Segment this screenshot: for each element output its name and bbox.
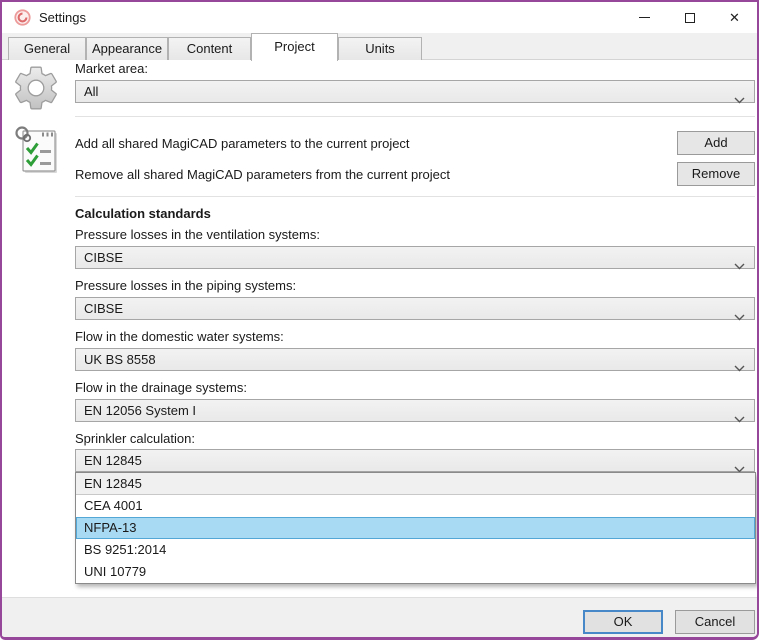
chevron-down-icon (734, 306, 745, 327)
drainage-flow-label: Flow in the drainage systems: (75, 380, 247, 395)
title-bar: Settings ✕ (2, 2, 757, 33)
sprinkler-calculation-select[interactable]: EN 12845 (75, 449, 755, 472)
dropdown-option-cea4001[interactable]: CEA 4001 (76, 495, 755, 517)
maximize-icon (685, 13, 695, 23)
add-parameters-text: Add all shared MagiCAD parameters to the… (75, 136, 410, 151)
dropdown-option-uni10779[interactable]: UNI 10779 (76, 561, 755, 583)
drainage-flow-value: EN 12056 System I (84, 403, 196, 418)
ventilation-pressure-select[interactable]: CIBSE (75, 246, 755, 269)
market-area-label: Market area: (75, 61, 148, 76)
ventilation-pressure-label: Pressure losses in the ventilation syste… (75, 227, 320, 242)
tab-general[interactable]: General (8, 37, 86, 60)
dropdown-option-nfpa13[interactable]: NFPA-13 (76, 517, 755, 539)
add-button[interactable]: Add (677, 131, 755, 155)
tab-strip: General Appearance Content Project Units (2, 33, 757, 60)
chevron-down-icon (734, 89, 745, 110)
domestic-water-flow-label: Flow in the domestic water systems: (75, 329, 284, 344)
chevron-down-icon (734, 357, 745, 378)
window-controls: ✕ (622, 2, 757, 33)
chevron-down-icon (734, 408, 745, 429)
gear-icon (10, 62, 62, 119)
dropdown-option-en12845[interactable]: EN 12845 (76, 473, 755, 495)
cancel-button[interactable]: Cancel (675, 610, 755, 634)
market-area-select[interactable]: All (75, 80, 755, 103)
maximize-button[interactable] (667, 2, 712, 33)
sprinkler-calculation-label: Sprinkler calculation: (75, 431, 195, 446)
chevron-down-icon (734, 255, 745, 276)
ventilation-pressure-value: CIBSE (84, 250, 123, 265)
drainage-flow-select[interactable]: EN 12056 System I (75, 399, 755, 422)
sprinkler-dropdown-list: EN 12845 CEA 4001 NFPA-13 BS 9251:2014 U… (75, 472, 756, 584)
remove-parameters-text: Remove all shared MagiCAD parameters fro… (75, 167, 450, 182)
tab-units[interactable]: Units (338, 37, 422, 60)
project-tab-panel: Market area: All Add all shared MagiCAD … (2, 60, 757, 597)
remove-button[interactable]: Remove (677, 162, 755, 186)
tab-project[interactable]: Project (251, 33, 338, 61)
domestic-water-flow-select[interactable]: UK BS 8558 (75, 348, 755, 371)
separator (75, 196, 755, 197)
calculation-standards-heading: Calculation standards (75, 206, 211, 221)
close-button[interactable]: ✕ (712, 2, 757, 33)
sprinkler-calculation-value: EN 12845 (84, 453, 142, 468)
minimize-icon (639, 17, 650, 18)
separator (75, 116, 755, 117)
settings-window: Settings ✕ General Appearance Content Pr… (0, 0, 759, 640)
close-icon: ✕ (729, 11, 740, 24)
window-title: Settings (39, 2, 86, 33)
ok-button[interactable]: OK (583, 610, 663, 634)
minimize-button[interactable] (622, 2, 667, 33)
piping-pressure-value: CIBSE (84, 301, 123, 316)
dropdown-option-bs9251[interactable]: BS 9251:2014 (76, 539, 755, 561)
domestic-water-flow-value: UK BS 8558 (84, 352, 156, 367)
magicad-logo-icon (14, 9, 31, 26)
piping-pressure-label: Pressure losses in the piping systems: (75, 278, 296, 293)
checklist-icon (12, 124, 58, 181)
tab-appearance[interactable]: Appearance (86, 37, 168, 60)
piping-pressure-select[interactable]: CIBSE (75, 297, 755, 320)
market-area-value: All (84, 84, 98, 99)
tab-content[interactable]: Content (168, 37, 251, 60)
dialog-footer: OK Cancel (2, 597, 757, 637)
